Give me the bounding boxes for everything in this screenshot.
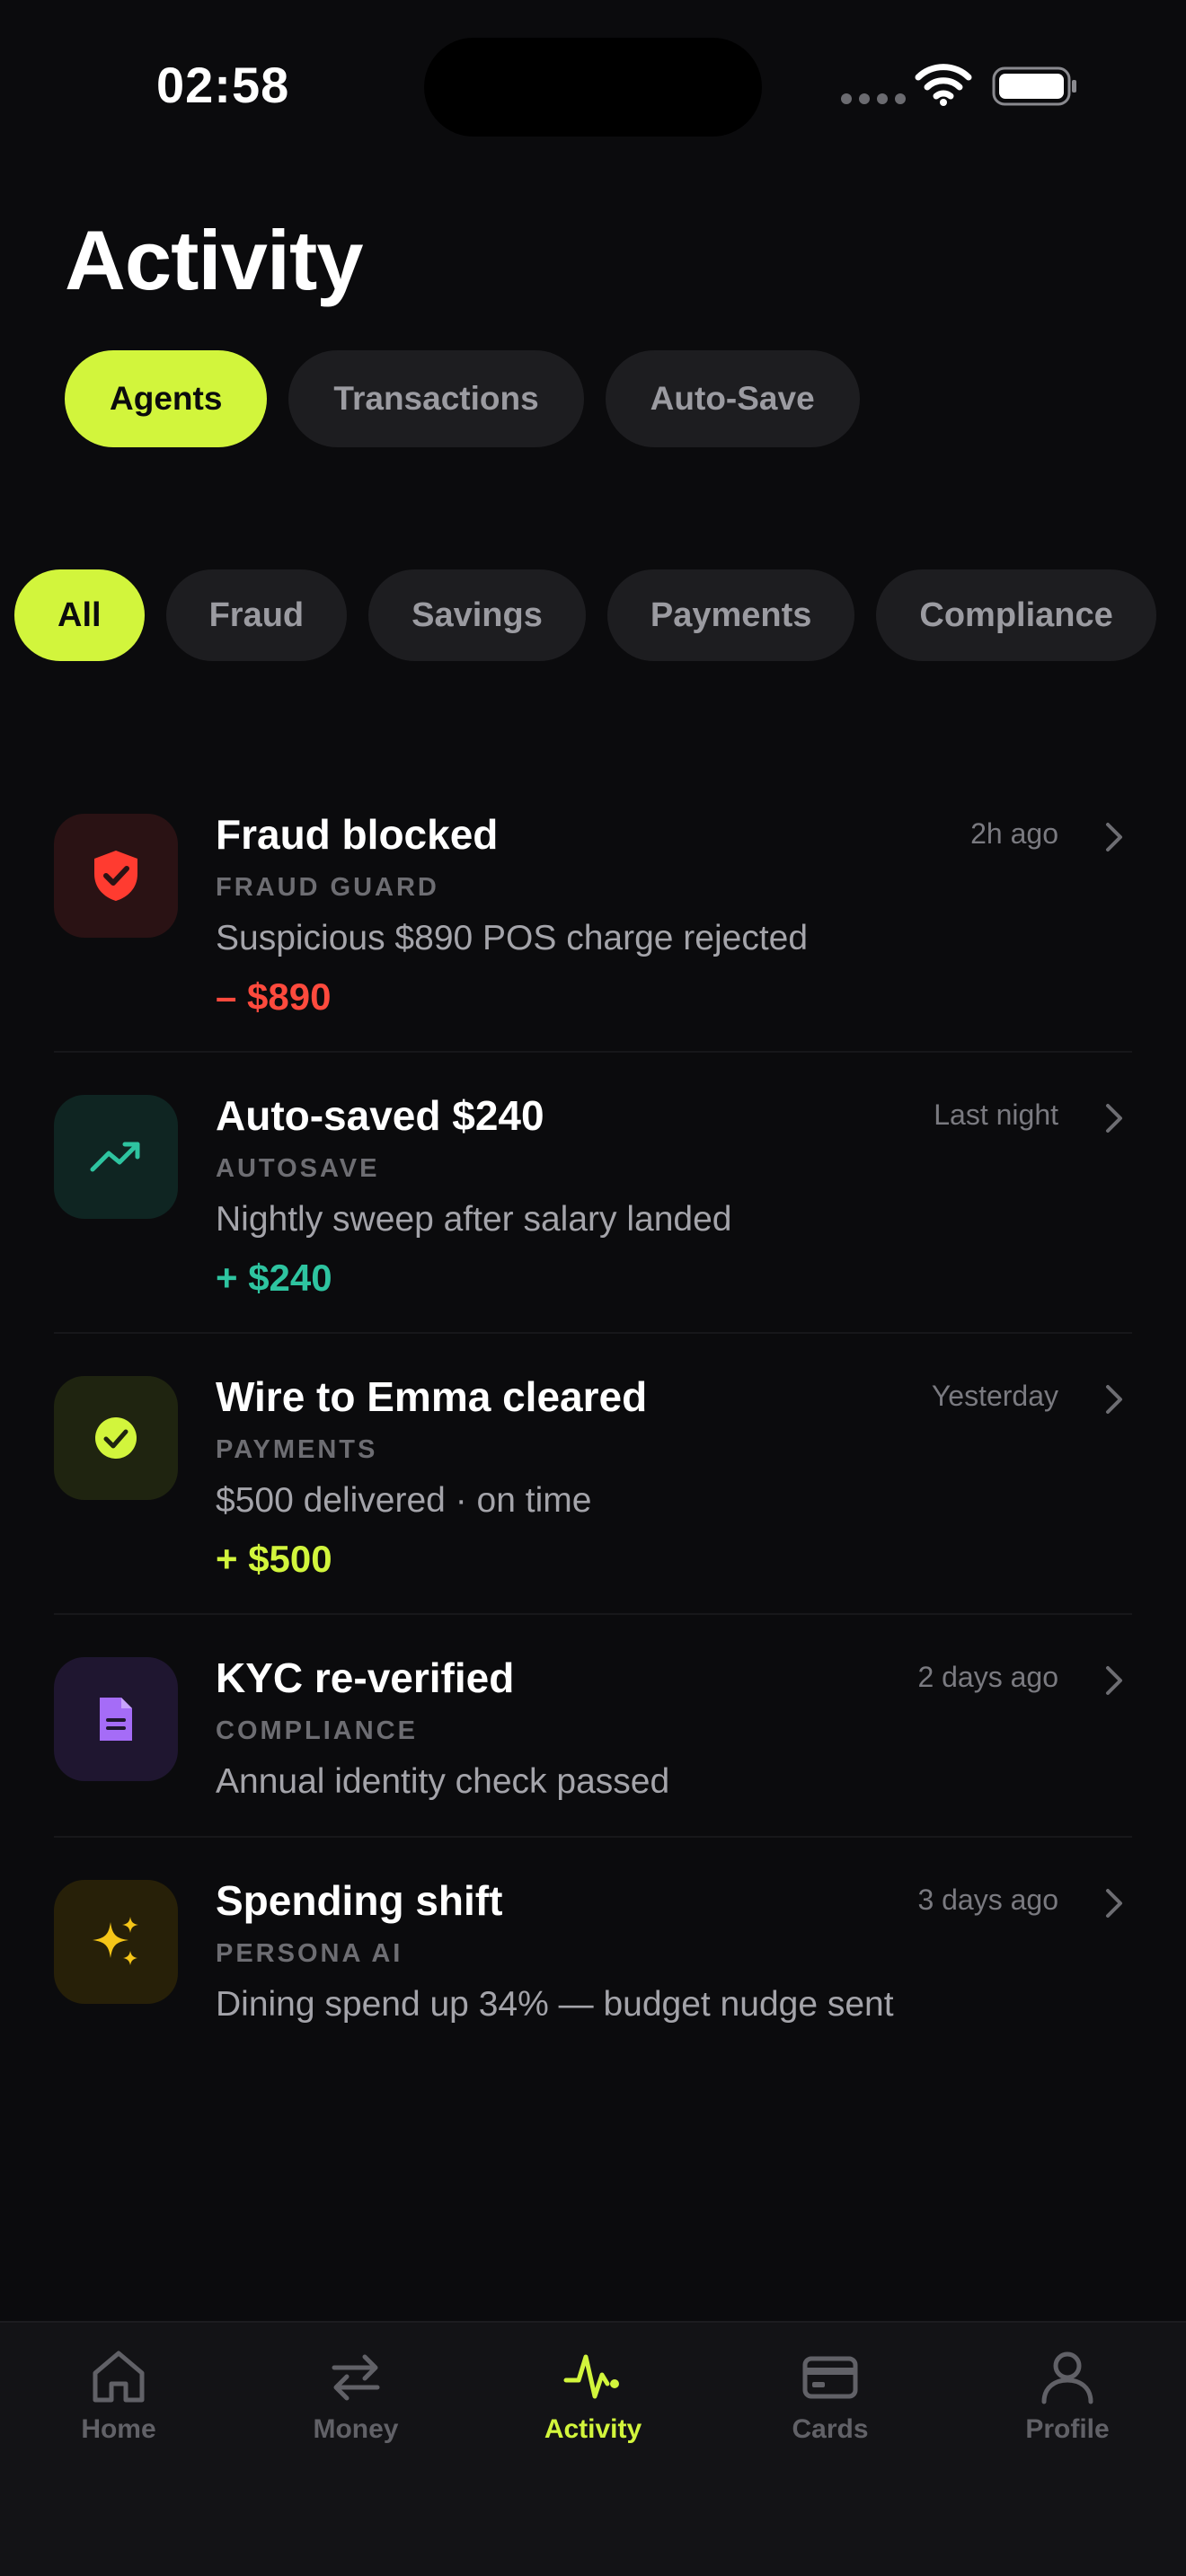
item-time: Last night <box>934 1098 1058 1131</box>
item-title: KYC re-verified <box>216 1654 515 1701</box>
tabbar-money[interactable]: Money <box>266 2348 446 2445</box>
item-title: Fraud blocked <box>216 811 499 858</box>
item-description: $500 delivered · on time <box>216 1481 592 1520</box>
item-amount: + $500 <box>216 1538 332 1580</box>
item-time: 3 days ago <box>917 1883 1058 1916</box>
filter-savings[interactable]: Savings <box>368 569 586 661</box>
segment-tabs: Agents Transactions Auto-Save <box>65 350 860 447</box>
filter-fraud[interactable]: Fraud <box>165 569 348 661</box>
chevron-right-icon <box>1106 1104 1122 1133</box>
activity-item-kyc[interactable]: KYC re-verified COMPLIANCE Annual identi… <box>54 1615 1132 1838</box>
tab-agents[interactable]: Agents <box>65 350 268 447</box>
item-category: AUTOSAVE <box>216 1154 380 1183</box>
card-icon <box>802 2356 858 2399</box>
tabbar-label: Activity <box>544 2414 642 2444</box>
bottom-tab-bar: Home Money Activity Cards Profile <box>0 2321 1186 2576</box>
item-time: 2h ago <box>970 817 1058 850</box>
item-description: Annual identity check passed <box>216 1762 670 1801</box>
activity-item-auto-saved[interactable]: Auto-saved $240 AUTOSAVE Nightly sweep a… <box>54 1053 1132 1334</box>
sparkles-icon <box>54 1880 178 2004</box>
item-amount: – $890 <box>216 975 332 1018</box>
activity-feed: Fraud blocked FRAUD GUARD Suspicious $89… <box>54 790 1132 2053</box>
person-icon <box>1041 2351 1093 2404</box>
filter-all[interactable]: All <box>14 569 145 661</box>
tabbar-cards[interactable]: Cards <box>740 2348 920 2445</box>
activity-item-fraud-blocked[interactable]: Fraud blocked FRAUD GUARD Suspicious $89… <box>54 790 1132 1053</box>
cellular-signal-icon <box>841 93 906 104</box>
dynamic-island <box>424 38 762 137</box>
document-icon <box>54 1657 178 1781</box>
chevron-right-icon <box>1106 1889 1122 1918</box>
chevron-right-icon <box>1106 1385 1122 1414</box>
activity-item-wire-cleared[interactable]: Wire to Emma cleared PAYMENTS $500 deliv… <box>54 1334 1132 1615</box>
item-title: Wire to Emma cleared <box>216 1373 648 1420</box>
tabbar-activity[interactable]: Activity <box>503 2348 683 2445</box>
item-category: FRAUD GUARD <box>216 873 439 902</box>
status-time: 02:58 <box>156 57 290 113</box>
item-description: Suspicious $890 POS charge rejected <box>216 919 809 957</box>
item-time: Yesterday <box>931 1380 1058 1412</box>
filter-payments[interactable]: Payments <box>606 569 855 661</box>
filter-compliance[interactable]: Compliance <box>876 569 1156 661</box>
activity-screen: 02:58 Activity Agents Transactions Auto-… <box>0 0 1186 2576</box>
item-time: 2 days ago <box>917 1661 1058 1693</box>
tab-auto-save[interactable]: Auto-Save <box>605 350 860 447</box>
chevron-right-icon <box>1106 1666 1122 1695</box>
item-title: Auto-saved $240 <box>216 1092 544 1139</box>
transfer-arrows-icon <box>332 2354 380 2401</box>
item-amount: + $240 <box>216 1257 332 1299</box>
battery-icon <box>992 66 1076 106</box>
filter-chips: All Fraud Savings Payments Compliance <box>14 569 1156 661</box>
tabbar-label: Profile <box>1025 2414 1110 2444</box>
tabbar-home[interactable]: Home <box>29 2348 208 2445</box>
item-description: Nightly sweep after salary landed <box>216 1200 732 1239</box>
shield-check-icon <box>54 814 178 938</box>
status-bar: 02:58 <box>0 0 1186 180</box>
trend-up-icon <box>54 1095 178 1219</box>
check-circle-icon <box>54 1376 178 1500</box>
activity-item-spending-shift[interactable]: Spending shift PERSONA AI Dining spend u… <box>54 1838 1132 2053</box>
wifi-icon <box>915 64 972 106</box>
home-icon <box>93 2351 145 2403</box>
page-title: Activity <box>65 213 364 307</box>
item-title: Spending shift <box>216 1877 503 1924</box>
pulse-icon <box>563 2354 619 2399</box>
chevron-right-icon <box>1106 823 1122 851</box>
tabbar-label: Money <box>313 2414 399 2444</box>
tab-transactions[interactable]: Transactions <box>288 350 584 447</box>
item-category: PAYMENTS <box>216 1435 378 1464</box>
item-description: Dining spend up 34% — budget nudge sent <box>216 1985 894 2024</box>
tabbar-label: Cards <box>792 2414 869 2444</box>
item-category: PERSONA AI <box>216 1939 403 1968</box>
item-category: COMPLIANCE <box>216 1716 418 1745</box>
tabbar-label: Home <box>81 2414 156 2444</box>
tabbar-profile[interactable]: Profile <box>978 2348 1157 2445</box>
